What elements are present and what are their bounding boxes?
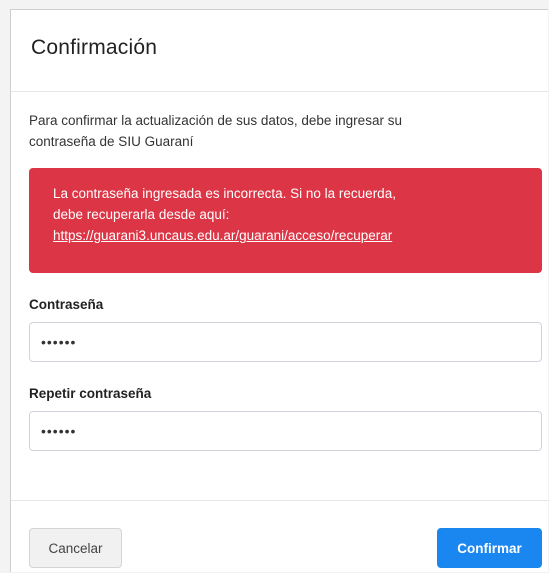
password-label: Contraseña: [29, 297, 104, 312]
cancel-button[interactable]: Cancelar: [29, 528, 122, 568]
alert-line-2: debe recuperarla desde aquí:: [53, 207, 230, 222]
intro-text: Para confirmar la actualización de sus d…: [29, 110, 509, 152]
recover-password-link[interactable]: https://guarani3.uncaus.edu.ar/guarani/a…: [53, 225, 542, 246]
modal-body: Para confirmar la actualización de sus d…: [11, 92, 548, 451]
confirmation-modal: Confirmación Para confirmar la actualiza…: [10, 9, 549, 573]
repeat-password-label: Repetir contraseña: [29, 386, 152, 401]
alert-line-1: La contraseña ingresada es incorrecta. S…: [53, 186, 396, 201]
confirm-button[interactable]: Confirmar: [437, 528, 542, 568]
modal-title: Confirmación: [31, 36, 158, 59]
password-input[interactable]: [29, 322, 542, 362]
error-alert: La contraseña ingresada es incorrecta. S…: [29, 168, 542, 273]
repeat-password-input[interactable]: [29, 411, 542, 451]
modal-footer: Cancelar Confirmar: [11, 500, 549, 573]
modal-header: Confirmación: [11, 10, 548, 92]
intro-line-2: contraseña de SIU Guaraní: [29, 134, 194, 149]
intro-line-1: Para confirmar la actualización de sus d…: [29, 113, 402, 128]
